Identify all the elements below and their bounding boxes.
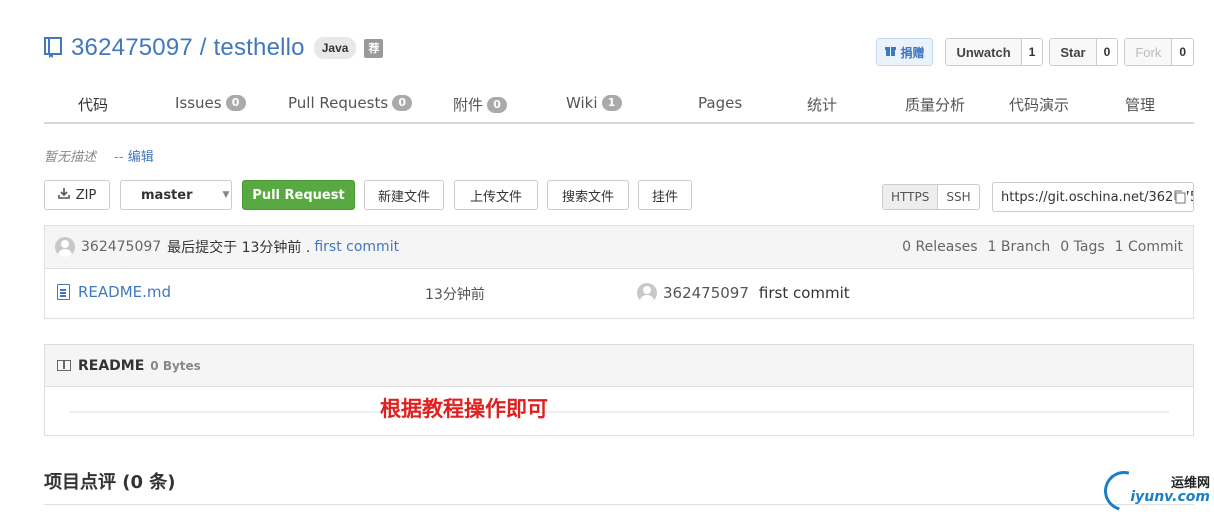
tab-label: 代码演示 — [1009, 96, 1070, 114]
readme-divider — [69, 411, 1169, 413]
tab-quality-analysis[interactable]: 质量分析 — [905, 94, 965, 115]
clone-protocol-toggle: HTTPS SSH — [882, 184, 980, 210]
file-commit-author[interactable]: 362475097 — [663, 284, 749, 302]
star-button[interactable]: Star — [1050, 39, 1097, 65]
download-zip-button[interactable]: ZIP — [44, 180, 110, 210]
readme-annotation: 根据教程操作即可 — [380, 397, 548, 421]
tab-wiki[interactable]: Wiki 1 — [566, 94, 622, 112]
recommend-badge: 荐 — [364, 38, 384, 58]
tab-label: 统计 — [807, 96, 838, 114]
repo-header: 362475097 / testhello Java 荐 — [44, 34, 384, 62]
star-count[interactable]: 0 — [1096, 39, 1118, 65]
tab-admin[interactable]: 管理 — [1125, 94, 1155, 115]
donate-button[interactable]: 捐赠 — [876, 38, 934, 66]
tab-label: 代码 — [78, 96, 109, 114]
repo-tabs: 代码 Issues 0 Pull Requests 0 附件 0 Wiki 1 … — [44, 88, 1194, 124]
reviews-title: 项目点评 (0 条) — [44, 472, 176, 493]
tab-issues[interactable]: Issues 0 — [175, 94, 246, 112]
upload-file-button[interactable]: 上传文件 — [454, 180, 538, 210]
repo-toolbar: ZIP master ▼ Pull Request 新建文件 上传文件 搜索文件… — [44, 180, 1194, 212]
download-icon — [57, 187, 70, 203]
tab-label: 附件 — [453, 96, 484, 114]
watch-count[interactable]: 1 — [1021, 39, 1043, 65]
watermark-logo: 运维网 iyunv.com — [1097, 463, 1210, 519]
caret-down-icon: ▼ — [222, 190, 230, 200]
fork-button[interactable]: Fork — [1125, 39, 1173, 65]
repo-book-icon — [44, 37, 62, 59]
tab-label: Pull Requests — [288, 94, 389, 112]
tab-count-badge: 0 — [487, 96, 508, 113]
tab-pages[interactable]: Pages — [698, 94, 742, 112]
repo-title-link[interactable]: 362475097 / testhello — [71, 34, 305, 62]
commit-author[interactable]: 362475097 — [81, 239, 161, 255]
new-file-button[interactable]: 新建文件 — [364, 180, 444, 210]
readme-panel: README 0 Bytes 根据教程操作即可 — [44, 344, 1194, 436]
file-name-text: README.md — [78, 283, 172, 301]
readme-body: 根据教程操作即可 — [45, 387, 1193, 435]
readme-header: README 0 Bytes — [45, 345, 1193, 387]
watermark-cn: 运维网 — [1170, 475, 1210, 491]
branch-name: master — [141, 187, 193, 203]
copy-icon[interactable] — [1173, 189, 1187, 205]
commit-time-text: 最后提交于 13分钟前 . — [167, 240, 311, 256]
tab-count-badge: 1 — [601, 95, 622, 111]
pull-request-button[interactable]: Pull Request — [242, 180, 355, 210]
language-badge[interactable]: Java — [313, 37, 357, 59]
file-icon — [57, 284, 70, 300]
readme-title: README — [78, 357, 145, 374]
ssh-protocol-button[interactable]: SSH — [938, 185, 978, 209]
tab-pull-requests[interactable]: Pull Requests 0 — [288, 94, 413, 112]
file-list: README.md 13分钟前 362475097 first commit — [44, 269, 1194, 319]
https-protocol-button[interactable]: HTTPS — [883, 185, 939, 209]
commits-link[interactable]: 1 Commit — [1115, 239, 1183, 255]
description-separator: -- — [114, 150, 124, 165]
branches-link[interactable]: 1 Branch — [988, 239, 1051, 255]
repo-description: 暂无描述 -- 编辑 — [44, 146, 154, 165]
reviews-divider — [44, 504, 1194, 505]
star-button-group: Star 0 — [1049, 38, 1119, 66]
tab-label: Wiki — [566, 94, 598, 112]
tags-link[interactable]: 0 Tags — [1060, 239, 1104, 255]
tab-count-badge: 0 — [225, 95, 246, 111]
tab-label: 质量分析 — [905, 96, 966, 114]
edit-description-link[interactable]: 编辑 — [128, 150, 154, 165]
latest-commit-bar: 362475097 最后提交于 13分钟前 . first commit 0 R… — [44, 225, 1194, 269]
description-empty-text: 暂无描述 — [44, 150, 97, 165]
avatar[interactable] — [55, 237, 75, 257]
repo-actions: 捐赠 Unwatch 1 Star 0 Fork 0 — [876, 38, 1194, 66]
fork-count[interactable]: 0 — [1172, 39, 1193, 65]
tab-statistics[interactable]: 统计 — [807, 94, 837, 115]
watch-button-group: Unwatch 1 — [945, 38, 1044, 66]
tab-attachments[interactable]: 附件 0 — [453, 94, 508, 115]
tab-label: 管理 — [1125, 96, 1156, 114]
repo-stats: 0 Releases 1 Branch 0 Tags 1 Commit — [902, 239, 1183, 255]
zip-label: ZIP — [75, 187, 97, 203]
file-link[interactable]: README.md — [57, 283, 171, 301]
search-file-button[interactable]: 搜索文件 — [547, 180, 629, 210]
tab-label: Pages — [698, 94, 743, 112]
file-commit-message[interactable]: first commit — [759, 284, 850, 302]
file-time: 13分钟前 — [425, 287, 485, 303]
widget-button[interactable]: 挂件 — [638, 180, 692, 210]
fork-button-group: Fork 0 — [1124, 38, 1194, 66]
releases-link[interactable]: 0 Releases — [902, 239, 977, 255]
commit-message-link[interactable]: first commit — [314, 239, 399, 255]
file-last-commit: 362475097 first commit — [637, 283, 850, 303]
gift-icon — [885, 45, 897, 59]
branch-select[interactable]: master ▼ — [120, 180, 232, 210]
clone-url-text: https://git.oschina.net/362475097/testhe… — [1001, 189, 1193, 205]
book-icon — [57, 360, 71, 371]
tab-count-badge: 0 — [392, 95, 413, 111]
tab-label: Issues — [175, 94, 222, 112]
avatar[interactable] — [637, 283, 657, 303]
watermark-swirl-icon — [1097, 463, 1152, 519]
tab-code[interactable]: 代码 — [78, 94, 108, 115]
donate-label: 捐赠 — [900, 45, 925, 60]
readme-size: 0 Bytes — [150, 358, 201, 373]
clone-url-input[interactable]: https://git.oschina.net/362475097/testhe… — [992, 182, 1194, 212]
unwatch-button[interactable]: Unwatch — [946, 39, 1022, 65]
tab-code-demo[interactable]: 代码演示 — [1009, 94, 1069, 115]
